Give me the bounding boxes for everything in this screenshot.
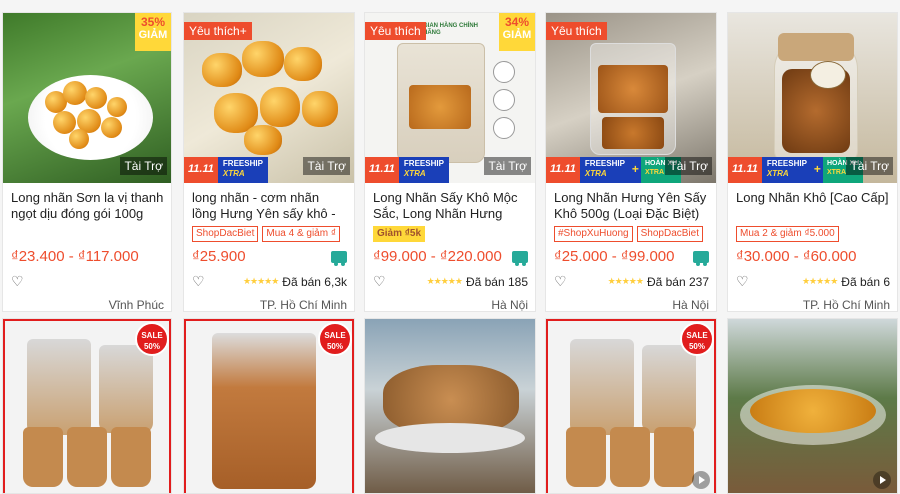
heart-icon[interactable]: ♡ [736,273,756,290]
promo-banner: 11.11 FREESHIP XTRA + HOÀN XU XTRA [546,157,682,183]
promo-tag: Mua 2 & giảm ₫5.000 [736,226,839,242]
promo-banner: 11.11 FREESHIP XTRA + HOÀN XU XTRA [728,157,864,183]
sponsored-label: Tài Trợ [484,157,531,175]
shop-location: Hà Nội [491,298,528,312]
product-image[interactable] [365,319,535,493]
rating-stars: ★★★★★ [801,276,838,286]
product-image[interactable]: Yêu thích 11.11 FREESHIP XTRA + HOÀN XU XT… [546,13,716,183]
sold-count: Đã bán 6,3k [282,274,347,289]
product-card[interactable]: GIAN HÀNG CHÍNH HÃNG Yêu thích 34% GIẢM … [364,12,536,312]
product-grid: 35% GIẢM Tài Trợ Long nhãn Sơn la vị tha… [0,0,900,494]
shop-location: TP. Hồ Chí Minh [802,298,890,312]
product-image[interactable]: SALE 50% [546,319,716,493]
shop-location: Hà Nội [672,298,709,312]
product-card[interactable] [727,318,898,494]
product-price: ₫25.900 [192,248,246,265]
product-price: ₫23.400 - ₫117.000 [11,248,139,265]
promo-banner: 11.11 FREESHIP XTRA [365,157,449,183]
discount-badge: 34% GIẢM [499,13,535,51]
rating-stars: ★★★★★ [607,276,644,286]
product-price: ₫25.000 - ₫99.000 [554,248,675,265]
product-image[interactable]: 11.11 FREESHIP XTRA + HOÀN XU XTRA Tài Trợ [728,13,897,183]
sale-sticker: SALE 50% [135,322,169,356]
video-play-icon[interactable] [873,471,891,489]
rating-stars: ★★★★★ [426,276,463,286]
product-image[interactable]: SALE 50% [184,319,354,493]
promo-tag: Mua 4 & giảm ₫ [262,226,340,242]
product-card[interactable]: 35% GIẢM Tài Trợ Long nhãn Sơn la vị tha… [2,12,172,312]
sold-count: Đã bán 185 [465,274,528,289]
heart-icon[interactable]: ♡ [192,273,212,290]
promo-banner: 11.11 FREESHIP XTRA [184,157,268,183]
product-image[interactable]: SALE 50% [3,319,171,493]
product-price: ₫30.000 - ₫60.000 [736,248,857,265]
free-shipping-truck-icon [331,250,347,266]
voucher-tag: Giảm ₫5k [373,226,426,242]
shop-tag: ShopDacBiet [636,226,703,242]
favorite-shop-badge: Yêu thích [365,22,426,40]
sponsored-label: Tài Trợ [120,157,167,175]
product-image[interactable]: Yêu thích+ 11.11 FREESHIP XTRA Tài Trợ [184,13,354,183]
sold-count: Đã bán 237 [646,274,709,289]
product-title[interactable]: Long Nhãn Hưng Yên Sấy Khô 500g (Loại Đặ… [554,190,709,222]
product-card[interactable] [364,318,536,494]
sale-sticker: SALE 50% [680,322,714,356]
rating-stars: ★★★★★ [242,276,279,286]
product-price: ₫99.000 - ₫220.000 [373,248,502,265]
video-play-icon[interactable] [692,471,710,489]
sponsored-label: Tài Trợ [303,157,350,175]
sold-count: Đã bán 6 [841,274,890,289]
product-image[interactable]: GIAN HÀNG CHÍNH HÃNG Yêu thích 34% GIẢM … [365,13,535,183]
discount-badge: 35% GIẢM [135,13,171,51]
product-card[interactable]: SALE 50% [183,318,355,494]
product-image[interactable]: 35% GIẢM Tài Trợ [3,13,171,183]
product-title[interactable]: Long Nhãn Sấy Khô Mộc Sắc, Long Nhãn Hưn… [373,190,528,222]
product-title[interactable]: long nhãn - cơm nhãn lồng Hưng Yên sấy k… [192,190,347,222]
sponsored-label: Tài Trợ [665,157,712,175]
product-card[interactable]: Yêu thích 11.11 FREESHIP XTRA + HOÀN XU XT… [545,12,717,312]
product-title[interactable]: Long nhãn Sơn la vị thanh ngọt dịu đóng … [11,190,164,222]
heart-icon[interactable]: ♡ [554,273,574,290]
favorite-shop-badge: Yêu thích [546,22,607,40]
favorite-shop-badge: Yêu thích+ [184,22,252,40]
product-card[interactable]: 11.11 FREESHIP XTRA + HOÀN XU XTRA Tài Trợ… [727,12,898,312]
sale-sticker: SALE 50% [318,322,352,356]
shop-location: Vĩnh Phúc [108,298,164,312]
free-shipping-truck-icon [512,250,528,266]
heart-icon[interactable]: ♡ [11,273,31,290]
product-card[interactable]: SALE 50% [2,318,172,494]
product-image[interactable] [728,319,897,493]
shop-location: TP. Hồ Chí Minh [259,298,347,312]
shop-tag: ShopDacBiet [192,226,259,242]
free-shipping-truck-icon [693,250,709,266]
sponsored-label: Tài Trợ [846,157,893,175]
product-title[interactable]: Long Nhãn Khô [Cao Cấp] [736,190,890,222]
product-card[interactable]: Yêu thích+ 11.11 FREESHIP XTRA Tài Trợ lo… [183,12,355,312]
heart-icon[interactable]: ♡ [373,273,393,290]
official-store-badge: GIAN HÀNG CHÍNH HÃNG [423,23,478,36]
product-card[interactable]: SALE 50% [545,318,717,494]
trending-tag: #ShopXuHuong [554,226,633,242]
